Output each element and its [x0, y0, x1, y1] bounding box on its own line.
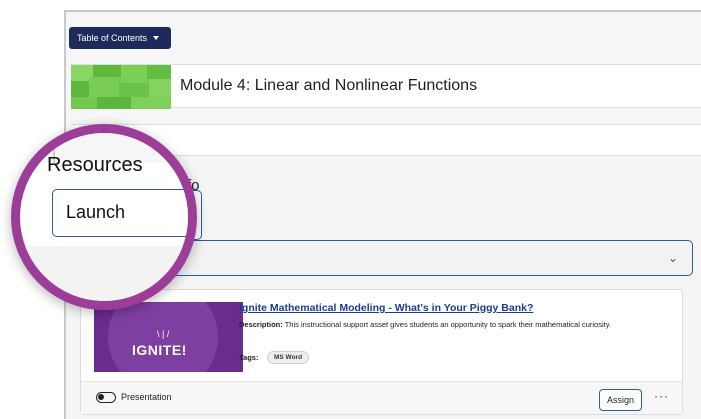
spark-icon: \ | /	[157, 329, 170, 339]
resource-description: Description: This instructional support …	[239, 319, 639, 330]
chevron-down-icon[interactable]: ⌄	[668, 251, 678, 265]
description-text: This instructional support asset gives s…	[282, 320, 611, 329]
resource-card: \ | / IGNITE! Ignite Mathematical Modeli…	[80, 289, 683, 415]
resources-tab[interactable]: Resources	[47, 154, 143, 177]
resource-thumbnail[interactable]: \ | / IGNITE!	[94, 302, 243, 372]
launch-button[interactable]: Launch	[52, 189, 188, 237]
magnifier-bottom-strip	[20, 246, 188, 301]
assign-button[interactable]: Assign	[599, 389, 642, 411]
presentation-toggle[interactable]	[96, 392, 116, 403]
module-title: Module 4: Linear and Nonlinear Functions	[180, 77, 478, 94]
module-header: Module 4: Linear and Nonlinear Functions	[71, 64, 701, 109]
toggle-knob	[98, 394, 104, 400]
module-thumbnail	[71, 65, 171, 109]
resource-title-link[interactable]: Ignite Mathematical Modeling - What's in…	[239, 302, 533, 314]
presentation-label: Presentation	[121, 392, 172, 402]
magnifier-callout: Resources Launch	[11, 124, 197, 310]
launch-label: Launch	[66, 202, 126, 222]
description-label: Description:	[239, 320, 283, 329]
resource-card-footer: Presentation Assign ···	[81, 381, 682, 414]
table-of-contents-button[interactable]: Table of Contents	[69, 27, 171, 49]
toc-label: Table of Contents	[77, 33, 148, 43]
more-icon[interactable]: ···	[654, 389, 669, 403]
tags-label: Tags:	[239, 353, 259, 362]
thumbnail-logo-text: IGNITE!	[132, 342, 187, 358]
tag-chip[interactable]: MS Word	[267, 351, 310, 364]
caret-down-icon	[153, 36, 160, 40]
